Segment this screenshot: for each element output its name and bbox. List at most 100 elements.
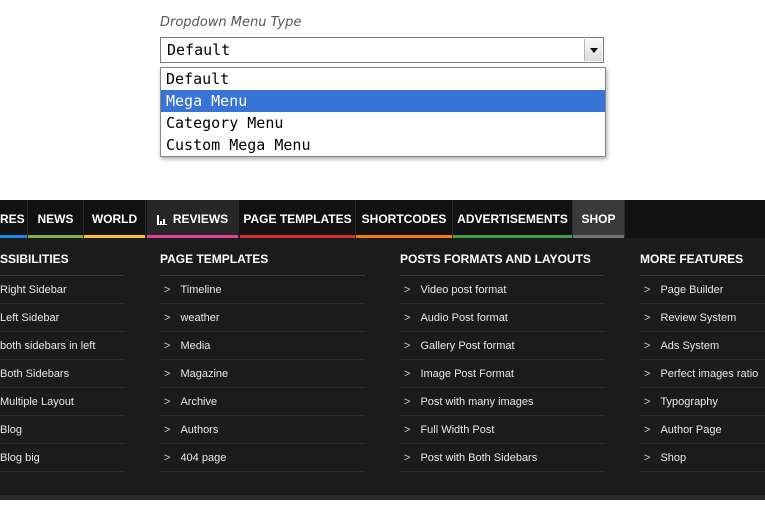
- chevron-right-icon: >: [404, 396, 411, 408]
- chevron-right-icon: >: [164, 424, 171, 436]
- chevron-right-icon: >: [404, 452, 411, 464]
- nav-tab-world[interactable]: WORLD: [84, 200, 146, 238]
- dropdown-label: Dropdown Menu Type: [160, 15, 302, 30]
- menu-link-label: Full Width Post: [420, 424, 495, 436]
- menu-link-typography[interactable]: > Typography: [640, 388, 765, 416]
- chevron-right-icon: >: [644, 396, 651, 408]
- tab-color-bar: [147, 235, 238, 238]
- content-divider: [0, 495, 765, 500]
- menu-link-both-sidebars-left[interactable]: both sidebars in left: [0, 332, 124, 360]
- dropdown-option-mega-menu[interactable]: Mega Menu: [161, 90, 605, 112]
- nav-tab-page-templates[interactable]: PAGE TEMPLATES: [240, 200, 356, 238]
- menu-link-both-sidebars-post[interactable]: > Post with Both Sidebars: [400, 444, 604, 472]
- menu-link-left-sidebar[interactable]: Left Sidebar: [0, 304, 124, 332]
- nav-tab-label: NEWS: [37, 212, 74, 226]
- chevron-right-icon: >: [164, 396, 171, 408]
- mega-menu-preview: RES NEWS WORLD REVIEWS PAGE TEMPLATES SH…: [0, 200, 765, 500]
- menu-link-404-page[interactable]: >404 page: [160, 444, 365, 472]
- nav-tab-features[interactable]: RES: [0, 200, 28, 238]
- nav-tab-label: ADVERTISEMENTS: [457, 212, 568, 226]
- menu-link-media[interactable]: > Media: [160, 332, 365, 360]
- menu-link-label: Archive: [180, 396, 218, 408]
- menu-link-label: Video post format: [420, 284, 507, 296]
- dropdown-option-default[interactable]: Default: [161, 68, 605, 90]
- chevron-right-icon: >: [644, 452, 651, 464]
- chevron-right-icon: >: [164, 340, 171, 352]
- dropdown-current-value: Default: [167, 41, 231, 59]
- nav-tab-label: RES: [0, 212, 25, 226]
- menu-link-label: Audio Post format: [420, 312, 508, 324]
- menu-link-ads-system[interactable]: > Ads System: [640, 332, 765, 360]
- tab-color-bar: [240, 235, 355, 238]
- menu-link-weather[interactable]: > weather: [160, 304, 365, 332]
- menu-link-label: Perfect images ratio: [660, 368, 759, 380]
- menu-link-label: Post with many images: [420, 396, 534, 408]
- menu-link-blog-big[interactable]: Blog big: [0, 444, 124, 472]
- tab-color-bar: [84, 235, 145, 238]
- menu-link-right-sidebar[interactable]: Right Sidebar: [0, 276, 124, 304]
- menu-link-review-system[interactable]: > Review System: [640, 304, 765, 332]
- dropdown-option-custom-mega-menu[interactable]: Custom Mega Menu: [161, 134, 605, 156]
- nav-tab-label: REVIEWS: [172, 212, 229, 226]
- menu-link-full-width[interactable]: > Full Width Post: [400, 416, 604, 444]
- menu-link-audio-post[interactable]: > Audio Post format: [400, 304, 604, 332]
- menu-link-blog[interactable]: Blog: [0, 416, 124, 444]
- column-header: MORE FEATURES: [640, 252, 765, 276]
- menu-link-label: Gallery Post format: [420, 340, 515, 352]
- menu-link-image-post[interactable]: > Image Post Format: [400, 360, 604, 388]
- nav-tab-shop[interactable]: SHOP: [573, 200, 625, 238]
- menu-link-archive[interactable]: > Archive: [160, 388, 365, 416]
- menu-link-multiple-layout[interactable]: Multiple Layout: [0, 388, 124, 416]
- bar-chart-icon: [156, 214, 167, 225]
- menu-link-author-page[interactable]: > Author Page: [640, 416, 765, 444]
- menu-link-images-ratio[interactable]: > Perfect images ratio: [640, 360, 765, 388]
- chevron-right-icon: >: [404, 340, 411, 352]
- tab-color-bar: [573, 235, 624, 238]
- menu-link-page-builder[interactable]: > Page Builder: [640, 276, 765, 304]
- nav-tab-label: SHOP: [581, 212, 616, 226]
- nav-tab-label: WORLD: [91, 212, 138, 226]
- mega-menu-column-post-formats: POSTS FORMATS AND LAYOUTS > Video post fo…: [400, 252, 604, 472]
- chevron-right-icon: >: [644, 284, 651, 296]
- menu-link-both-sidebars[interactable]: Both Sidebars: [0, 360, 124, 388]
- menu-link-label: Page Builder: [660, 284, 724, 296]
- column-header: PAGE TEMPLATES: [160, 252, 365, 276]
- nav-tab-reviews[interactable]: REVIEWS: [147, 200, 239, 238]
- nav-tab-news[interactable]: NEWS: [28, 200, 84, 238]
- main-nav-bar: RES NEWS WORLD REVIEWS PAGE TEMPLATES SH…: [0, 200, 765, 238]
- menu-link-magazine[interactable]: > Magazine: [160, 360, 365, 388]
- tab-color-bar: [453, 235, 572, 238]
- menu-link-label: Ads System: [660, 340, 720, 352]
- dropdown-option-category-menu[interactable]: Category Menu: [161, 112, 605, 134]
- chevron-right-icon: >: [644, 424, 651, 436]
- tab-color-bar: [0, 235, 27, 238]
- mega-menu-column-possibilities: SSIBILITIES Right Sidebar Left Sidebar b…: [0, 252, 124, 472]
- nav-tab-label: PAGE TEMPLATES: [243, 212, 352, 226]
- mega-menu-column-page-templates: PAGE TEMPLATES > Timeline > weather > Media…: [160, 252, 365, 472]
- chevron-down-icon[interactable]: [584, 39, 602, 61]
- chevron-right-icon: >: [644, 340, 651, 352]
- tab-color-bar: [356, 235, 452, 238]
- menu-link-label: Magazine: [180, 368, 229, 380]
- menu-link-gallery-post[interactable]: > Gallery Post format: [400, 332, 604, 360]
- nav-tab-label: SHORTCODES: [361, 212, 447, 226]
- chevron-right-icon: >: [404, 284, 411, 296]
- menu-link-label: 404 page: [180, 452, 227, 464]
- menu-link-label: Media: [180, 340, 211, 352]
- nav-tab-advertisements[interactable]: ADVERTISEMENTS: [453, 200, 573, 238]
- menu-link-label: Review System: [660, 312, 737, 324]
- dropdown-menu-type-select[interactable]: Default: [160, 37, 604, 63]
- chevron-right-icon: >: [644, 368, 651, 380]
- menu-link-video-post[interactable]: > Video post format: [400, 276, 604, 304]
- chevron-right-icon: >: [164, 452, 171, 464]
- menu-link-label: Typography: [660, 396, 718, 408]
- menu-link-timeline[interactable]: > Timeline: [160, 276, 365, 304]
- menu-link-shop[interactable]: > Shop: [640, 444, 765, 472]
- menu-link-label: Author Page: [660, 424, 722, 436]
- chevron-right-icon: >: [164, 284, 171, 296]
- menu-link-many-images[interactable]: > Post with many images: [400, 388, 604, 416]
- menu-link-authors[interactable]: > Authors: [160, 416, 365, 444]
- nav-tab-shortcodes[interactable]: SHORTCODES: [356, 200, 453, 238]
- column-header: SSIBILITIES: [0, 252, 124, 276]
- menu-link-label: Shop: [660, 452, 687, 464]
